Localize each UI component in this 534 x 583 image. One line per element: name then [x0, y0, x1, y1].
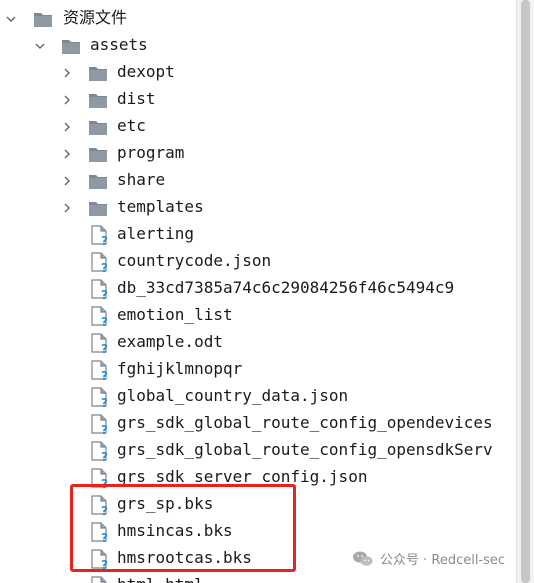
- chevron-right-icon[interactable]: [60, 93, 74, 107]
- tree-item-file[interactable]: ? html.html: [0, 572, 516, 583]
- unknown-file-icon: ?: [88, 332, 110, 356]
- tree-item-folder[interactable]: dexopt: [0, 59, 516, 86]
- chevron-right-icon[interactable]: [60, 120, 74, 134]
- chevron-right-icon[interactable]: [60, 174, 74, 188]
- tree-item-label: db_33cd7385a74c6c29084256f46c5494c9: [117, 278, 455, 297]
- svg-text:?: ?: [101, 369, 108, 381]
- tree-item-file[interactable]: ? fghijklmnopqr: [0, 356, 516, 383]
- folder-icon: [87, 116, 109, 138]
- tree-item-label: program: [117, 143, 185, 162]
- tree-item-label: dexopt: [117, 62, 175, 81]
- svg-text:?: ?: [101, 396, 108, 408]
- tree-item-label: emotion_list: [117, 305, 233, 324]
- chevron-down-icon[interactable]: [33, 39, 47, 53]
- svg-text:?: ?: [101, 450, 108, 462]
- tree-item-label: grs_sdk_global_route_config_opensdkServ: [117, 440, 493, 459]
- scrollbar-thumb[interactable]: [521, 0, 530, 583]
- folder-icon: [87, 89, 109, 111]
- svg-text:?: ?: [101, 342, 108, 354]
- tree-item-folder[interactable]: share: [0, 167, 516, 194]
- tree-item-label: html.html: [117, 575, 204, 583]
- chevron-right-icon[interactable]: [60, 201, 74, 215]
- svg-text:?: ?: [101, 234, 108, 246]
- tree-item-label: 资源文件: [63, 8, 128, 27]
- tree-item-folder[interactable]: templates: [0, 194, 516, 221]
- chevron-down-icon[interactable]: [4, 12, 18, 26]
- unknown-file-icon: ?: [88, 386, 110, 410]
- tree-item-label: share: [117, 170, 166, 189]
- svg-text:?: ?: [101, 315, 108, 327]
- watermark-text: 公众号 · Redcell-sec: [380, 553, 506, 568]
- unknown-file-icon: ?: [88, 305, 110, 329]
- highlight-box: [70, 484, 296, 572]
- tree-item-file[interactable]: ? grs_sdk_global_route_config_opensdkSer…: [0, 437, 516, 464]
- unknown-file-icon: ?: [88, 224, 110, 248]
- tree-item-file[interactable]: ? alerting: [0, 221, 516, 248]
- svg-text:?: ?: [101, 288, 108, 300]
- tree-item-folder[interactable]: dist: [0, 86, 516, 113]
- tree-item-file[interactable]: ? global_country_data.json: [0, 383, 516, 410]
- unknown-file-icon: ?: [88, 440, 110, 464]
- tree-item-label: etc: [117, 116, 146, 135]
- tree-item-label: example.odt: [117, 332, 223, 351]
- folder-icon: [87, 143, 109, 165]
- tree-item-file[interactable]: ? countrycode.json: [0, 248, 516, 275]
- unknown-file-icon: ?: [88, 251, 110, 275]
- tree-item-folder[interactable]: program: [0, 140, 516, 167]
- tree-item-root[interactable]: 资源文件: [0, 5, 516, 32]
- chevron-right-icon[interactable]: [60, 147, 74, 161]
- unknown-file-icon: ?: [88, 413, 110, 437]
- tree-item-label: countrycode.json: [117, 251, 272, 270]
- tree-item-label: fghijklmnopqr: [117, 359, 243, 378]
- folder-icon: [87, 170, 109, 192]
- tree-item-file[interactable]: ? emotion_list: [0, 302, 516, 329]
- tree-item-label: dist: [117, 89, 156, 108]
- svg-text:?: ?: [101, 423, 108, 435]
- watermark: 公众号 · Redcell-sec: [352, 549, 505, 568]
- wechat-icon: [352, 550, 374, 568]
- tree-item-label: alerting: [117, 224, 195, 243]
- tree-item-assets[interactable]: assets: [0, 32, 516, 59]
- unknown-file-icon: ?: [88, 359, 110, 383]
- folder-icon: [32, 8, 54, 30]
- tree-item-file[interactable]: ? db_33cd7385a74c6c29084256f46c5494c9: [0, 275, 516, 302]
- tree-item-label: global_country_data.json: [117, 386, 349, 405]
- tree-item-label: grs_sdk_global_route_config_opendevices: [117, 413, 493, 432]
- tree-item-file[interactable]: ? example.odt: [0, 329, 516, 356]
- tree-item-folder[interactable]: etc: [0, 113, 516, 140]
- chevron-right-icon[interactable]: [60, 66, 74, 80]
- unknown-file-icon: ?: [88, 575, 110, 583]
- folder-icon: [87, 62, 109, 84]
- unknown-file-icon: ?: [88, 278, 110, 302]
- folder-icon: [60, 35, 82, 57]
- svg-text:?: ?: [101, 261, 108, 273]
- tree-item-file[interactable]: ? grs_sdk_global_route_config_opendevice…: [0, 410, 516, 437]
- folder-icon: [87, 197, 109, 219]
- tree-item-label: templates: [117, 197, 204, 216]
- tree-item-label: assets: [90, 35, 148, 54]
- vertical-scrollbar[interactable]: [516, 0, 534, 583]
